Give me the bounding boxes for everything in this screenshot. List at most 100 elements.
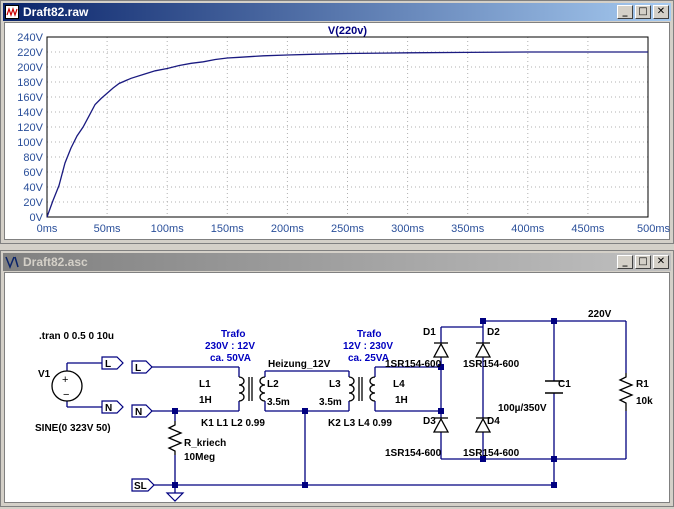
trafo2-ratio: 12V : 230V [343, 341, 393, 352]
x-tick-label: 50ms [94, 223, 121, 235]
x-tick-label: 150ms [211, 223, 245, 235]
trafo2-title: Trafo [357, 329, 381, 340]
k1-directive[interactable]: K1 L1 L2 0.99 [201, 418, 265, 429]
x-tick-label: 100ms [151, 223, 185, 235]
svg-text:−: − [63, 389, 69, 401]
c1-name: C1 [558, 379, 571, 390]
y-tick-label: 60V [23, 167, 43, 179]
d2-name: D2 [487, 327, 500, 338]
x-tick-label: 250ms [331, 223, 365, 235]
x-tick-label: 0ms [37, 223, 58, 235]
diode-d3[interactable] [432, 417, 450, 433]
svg-text:N: N [105, 403, 112, 414]
plot-window-title: Draft82.raw [23, 5, 89, 19]
schematic-window[interactable]: Draft82.asc _ □ ✕ + − V1 SINE(0 323V 50)… [0, 250, 674, 507]
schematic-canvas[interactable]: + − V1 SINE(0 323V 50) .tran 0 0.5 0 10u… [4, 272, 670, 503]
inductor-l2[interactable] [259, 376, 266, 402]
d3-name: D3 [423, 416, 436, 427]
net-flag-sl[interactable]: SL [131, 478, 155, 492]
y-tick-label: 80V [23, 152, 43, 164]
x-tick-label: 350ms [451, 223, 485, 235]
l4-name: L4 [393, 379, 405, 390]
x-tick-label: 400ms [511, 223, 545, 235]
y-tick-label: 120V [17, 122, 43, 134]
l4-value: 1H [395, 395, 408, 406]
plot-window-titlebar[interactable]: Draft82.raw _ □ ✕ [3, 3, 671, 21]
waveform-chart[interactable]: V(220v)0V20V40V60V80V100V120V140V160V180… [5, 23, 671, 241]
y-tick-label: 160V [17, 92, 43, 104]
minimize-button[interactable]: _ [617, 255, 633, 269]
inductor-l3[interactable] [348, 376, 363, 402]
d3-model: 1SR154-600 [385, 448, 442, 459]
x-tick-label: 500ms [637, 223, 671, 235]
r-kriech-value: 10Meg [184, 452, 215, 463]
minimize-button[interactable]: _ [617, 5, 633, 19]
net-flag-l-right[interactable]: L [131, 360, 153, 374]
plot-area[interactable]: V(220v) 0V 20V 40V 60V 80V 100V 120V 140V 160V 180… [4, 22, 670, 240]
schematic-window-title: Draft82.asc [23, 255, 88, 269]
schematic-window-titlebar[interactable]: Draft82.asc _ □ ✕ [3, 253, 671, 271]
l2-name: L2 [267, 379, 279, 390]
y-tick-label: 200V [17, 62, 43, 74]
d1-name: D1 [423, 327, 436, 338]
series-line [46, 51, 648, 218]
inductor-l1[interactable] [238, 376, 253, 402]
l2-value: 3.5m [267, 397, 290, 408]
r1-value: 10k [636, 396, 653, 407]
trafo2-power: ca. 25VA [348, 353, 389, 364]
diode-d2[interactable] [474, 342, 492, 358]
x-tick-label: 200ms [271, 223, 305, 235]
svg-text:N: N [135, 407, 142, 418]
maximize-button[interactable]: □ [635, 5, 651, 19]
y-tick-label: 180V [17, 77, 43, 89]
resistor-r1[interactable] [618, 373, 634, 411]
trafo1-title: Trafo [221, 329, 245, 340]
ground-icon[interactable] [165, 485, 185, 502]
heizung-net-label: Heizung_12V [268, 359, 331, 370]
svg-text:L: L [105, 359, 111, 370]
schematic-drawing[interactable]: + − V1 SINE(0 323V 50) .tran 0 0.5 0 10u… [5, 273, 671, 504]
k2-directive[interactable]: K2 L3 L4 0.99 [328, 418, 392, 429]
inductor-l4[interactable] [369, 376, 376, 402]
r1-name: R1 [636, 379, 649, 390]
voltage-source-v1[interactable]: + − [51, 370, 83, 402]
d4-name: D4 [487, 416, 500, 427]
trafo1-ratio: 230V : 12V [205, 341, 255, 352]
y-tick-label: 140V [17, 107, 43, 119]
x-tick-label: 300ms [391, 223, 425, 235]
net-flag-l-left[interactable]: L [101, 356, 124, 370]
l1-name: L1 [199, 379, 211, 390]
d1-model: 1SR154-600 [385, 359, 442, 370]
svg-text:+: + [62, 374, 68, 386]
close-button[interactable]: ✕ [653, 5, 669, 19]
y-tick-label: 220V [17, 47, 43, 59]
l1-value: 1H [199, 395, 212, 406]
maximize-button[interactable]: □ [635, 255, 651, 269]
chart-title: V(220v) [328, 25, 367, 37]
trafo1-power: ca. 50VA [210, 353, 251, 364]
d2-model: 1SR154-600 [463, 359, 520, 370]
v1-value-label: SINE(0 323V 50) [35, 423, 111, 434]
x-tick-label: 450ms [571, 223, 605, 235]
net-flag-n-left[interactable]: N [101, 400, 124, 414]
tran-directive[interactable]: .tran 0 0.5 0 10u [39, 331, 114, 342]
y-tick-label: 240V [17, 32, 43, 44]
resistor-r-kriech[interactable] [167, 421, 183, 455]
schematic-icon [5, 256, 19, 269]
c1-value: 100µ/350V [498, 403, 547, 414]
plot-window[interactable]: Draft82.raw _ □ ✕ V(220v) 0V 20V 40V 60V 80V 1… [0, 0, 674, 244]
waveform-icon [5, 5, 19, 19]
diode-d1[interactable] [432, 342, 450, 358]
close-button[interactable]: ✕ [653, 255, 669, 269]
net-flag-n-right[interactable]: N [131, 404, 153, 418]
svg-text:SL: SL [134, 481, 147, 492]
l3-name: L3 [329, 379, 341, 390]
r-kriech-name: R_kriech [184, 438, 226, 449]
y-tick-label: 100V [17, 137, 43, 149]
svg-text:L: L [135, 363, 141, 374]
net-label-220v: 220V [588, 309, 612, 320]
y-tick-label: 40V [23, 182, 43, 194]
v1-name-label: V1 [38, 369, 51, 380]
d4-model: 1SR154-600 [463, 448, 520, 459]
l3-value: 3.5m [319, 397, 342, 408]
